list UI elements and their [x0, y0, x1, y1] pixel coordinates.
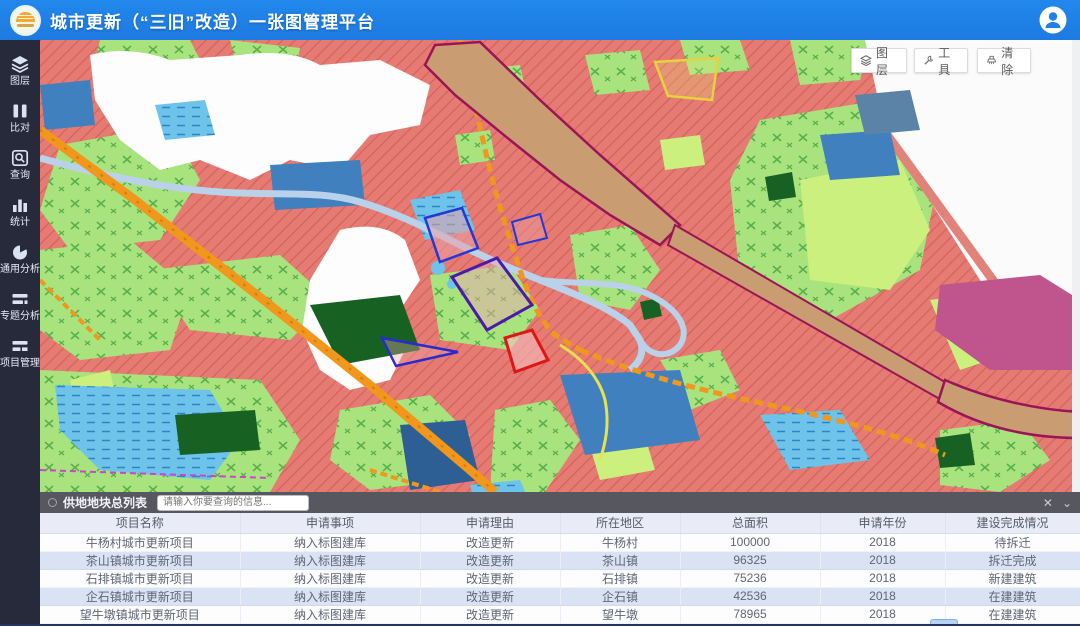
column-header: 所在地区: [560, 513, 680, 533]
map-layers-button[interactable]: 图层: [851, 48, 907, 73]
close-icon[interactable]: ✕: [1043, 497, 1053, 509]
table-cell: 拆迁完成: [945, 551, 1080, 569]
table-cell: 茶山镇城市更新项目: [40, 551, 240, 569]
panel-marker-icon: [48, 498, 57, 507]
stats-icon: [10, 195, 30, 215]
table-cell: 望牛墩镇城市更新项目: [40, 605, 240, 623]
sidebar-item-label: 项目管理: [0, 358, 40, 370]
search-input[interactable]: [157, 495, 309, 511]
table-cell: 100000: [680, 533, 820, 551]
user-avatar-icon[interactable]: [1038, 5, 1068, 35]
sidebar-nav: 图层 比对 查询 统计: [0, 40, 40, 626]
sidebar-item-label: 通用分析: [0, 264, 40, 276]
table-row[interactable]: 石排镇城市更新项目纳入标图建库改造更新石排镇752362018新建建筑: [40, 569, 1080, 587]
table-row[interactable]: 望牛墩镇城市更新项目纳入标图建库改造更新望牛墩789652018在建建筑: [40, 605, 1080, 623]
sidebar-item-query[interactable]: 查询: [0, 148, 40, 182]
map-button-label: 工具: [938, 44, 959, 78]
table-row[interactable]: 茶山镇城市更新项目纳入标图建库改造更新茶山镇963252018拆迁完成: [40, 551, 1080, 569]
sidebar-item-compare[interactable]: 比对: [0, 101, 40, 135]
table-cell: 纳入标图建库: [240, 605, 420, 623]
table-cell: 纳入标图建库: [240, 533, 420, 551]
table-cell: 96325: [680, 551, 820, 569]
sidebar-item-label: 统计: [10, 217, 30, 229]
dongguan-logo-icon: [10, 5, 41, 36]
thematic-analysis-icon: [10, 289, 30, 309]
table-cell: 改造更新: [420, 569, 560, 587]
table-cell: 改造更新: [420, 533, 560, 551]
table-cell: 望牛墩: [560, 605, 680, 623]
map-button-label: 清除: [1001, 44, 1022, 78]
app-window: 城市更新（“三旧”改造）一张图管理平台 图层 比对: [0, 0, 1080, 626]
table-cell: 牛杨村城市更新项目: [40, 533, 240, 551]
table-cell: 茶山镇: [560, 551, 680, 569]
column-header: 建设完成情况: [945, 513, 1080, 533]
table-row[interactable]: 企石镇城市更新项目纳入标图建库改造更新企石镇425362018在建建筑: [40, 587, 1080, 605]
table-cell: 在建建筑: [945, 605, 1080, 623]
column-header: 申请理由: [420, 513, 560, 533]
column-header: 申请事项: [240, 513, 420, 533]
map-button-label: 图层: [876, 44, 898, 78]
panel-header: 供地地块总列表 ✕ ⌄: [40, 492, 1080, 513]
panel-title: 供地地块总列表: [63, 494, 147, 511]
table-cell: 2018: [820, 569, 945, 587]
column-header: 项目名称: [40, 513, 240, 533]
table-cell: 企石镇: [560, 587, 680, 605]
table-header-row: 项目名称 申请事项 申请理由 所在地区 总面积 申请年份 建设完成情况: [40, 513, 1080, 533]
sidebar-item-label: 图层: [10, 76, 30, 88]
tools-icon: [923, 54, 934, 67]
map-clear-button[interactable]: 清除: [977, 48, 1031, 73]
sidebar-item-label: 查询: [10, 170, 30, 182]
project-management-icon: [10, 336, 30, 356]
table-cell: 纳入标图建库: [240, 587, 420, 605]
query-icon: [10, 148, 30, 168]
table-row[interactable]: 牛杨村城市更新项目纳入标图建库改造更新牛杨村1000002018待拆迁: [40, 533, 1080, 551]
table-cell: 石排镇城市更新项目: [40, 569, 240, 587]
header-bar: 城市更新（“三旧”改造）一张图管理平台: [0, 0, 1080, 40]
compare-icon: [10, 101, 30, 121]
sidebar-item-label: 专题分析: [0, 311, 40, 323]
table-cell: 改造更新: [420, 587, 560, 605]
table-cell: 企石镇城市更新项目: [40, 587, 240, 605]
sidebar-item-label: 比对: [10, 123, 30, 135]
table-cell: 石排镇: [560, 569, 680, 587]
map-container: [40, 40, 1080, 492]
sidebar-item-stats[interactable]: 统计: [0, 195, 40, 229]
table-cell: 75236: [680, 569, 820, 587]
column-header: 总面积: [680, 513, 820, 533]
table-cell: 改造更新: [420, 605, 560, 623]
map-tools-button[interactable]: 工具: [914, 48, 968, 73]
table-cell: 2018: [820, 551, 945, 569]
collapse-icon[interactable]: ⌄: [1062, 497, 1072, 509]
table-cell: 2018: [820, 587, 945, 605]
table-cell: 78965: [680, 605, 820, 623]
table-cell: 纳入标图建库: [240, 569, 420, 587]
layers-icon: [10, 54, 30, 74]
table-cell: 待拆迁: [945, 533, 1080, 551]
table-cell: 改造更新: [420, 551, 560, 569]
table-cell: 在建建筑: [945, 587, 1080, 605]
table-cell: 2018: [820, 533, 945, 551]
layers-icon: [860, 54, 872, 67]
table-cell: 新建建筑: [945, 569, 1080, 587]
clear-icon: [986, 54, 997, 67]
land-parcel-panel: 供地地块总列表 ✕ ⌄ 项目名称 申请事项 申请理由 所在地区 总面积 申请年份…: [40, 492, 1080, 626]
sidebar-item-thematic-analysis[interactable]: 专题分析: [0, 289, 40, 323]
table-cell: 2018: [820, 605, 945, 623]
sidebar-item-general-analysis[interactable]: 通用分析: [0, 242, 40, 276]
table-cell: 纳入标图建库: [240, 551, 420, 569]
map-canvas[interactable]: [40, 40, 1080, 492]
table-cell: 42536: [680, 587, 820, 605]
general-analysis-icon: [10, 242, 30, 262]
table-cell: 牛杨村: [560, 533, 680, 551]
column-header: 申请年份: [820, 513, 945, 533]
sidebar-item-project-management[interactable]: 项目管理: [0, 336, 40, 370]
table-body: 牛杨村城市更新项目纳入标图建库改造更新牛杨村1000002018待拆迁茶山镇城市…: [40, 533, 1080, 626]
page-title: 城市更新（“三旧”改造）一张图管理平台: [50, 8, 375, 33]
parcel-table: 项目名称 申请事项 申请理由 所在地区 总面积 申请年份 建设完成情况 牛杨村城…: [40, 513, 1080, 626]
map-scrollbar[interactable]: [1072, 40, 1080, 492]
sidebar-item-layers[interactable]: 图层: [0, 54, 40, 88]
